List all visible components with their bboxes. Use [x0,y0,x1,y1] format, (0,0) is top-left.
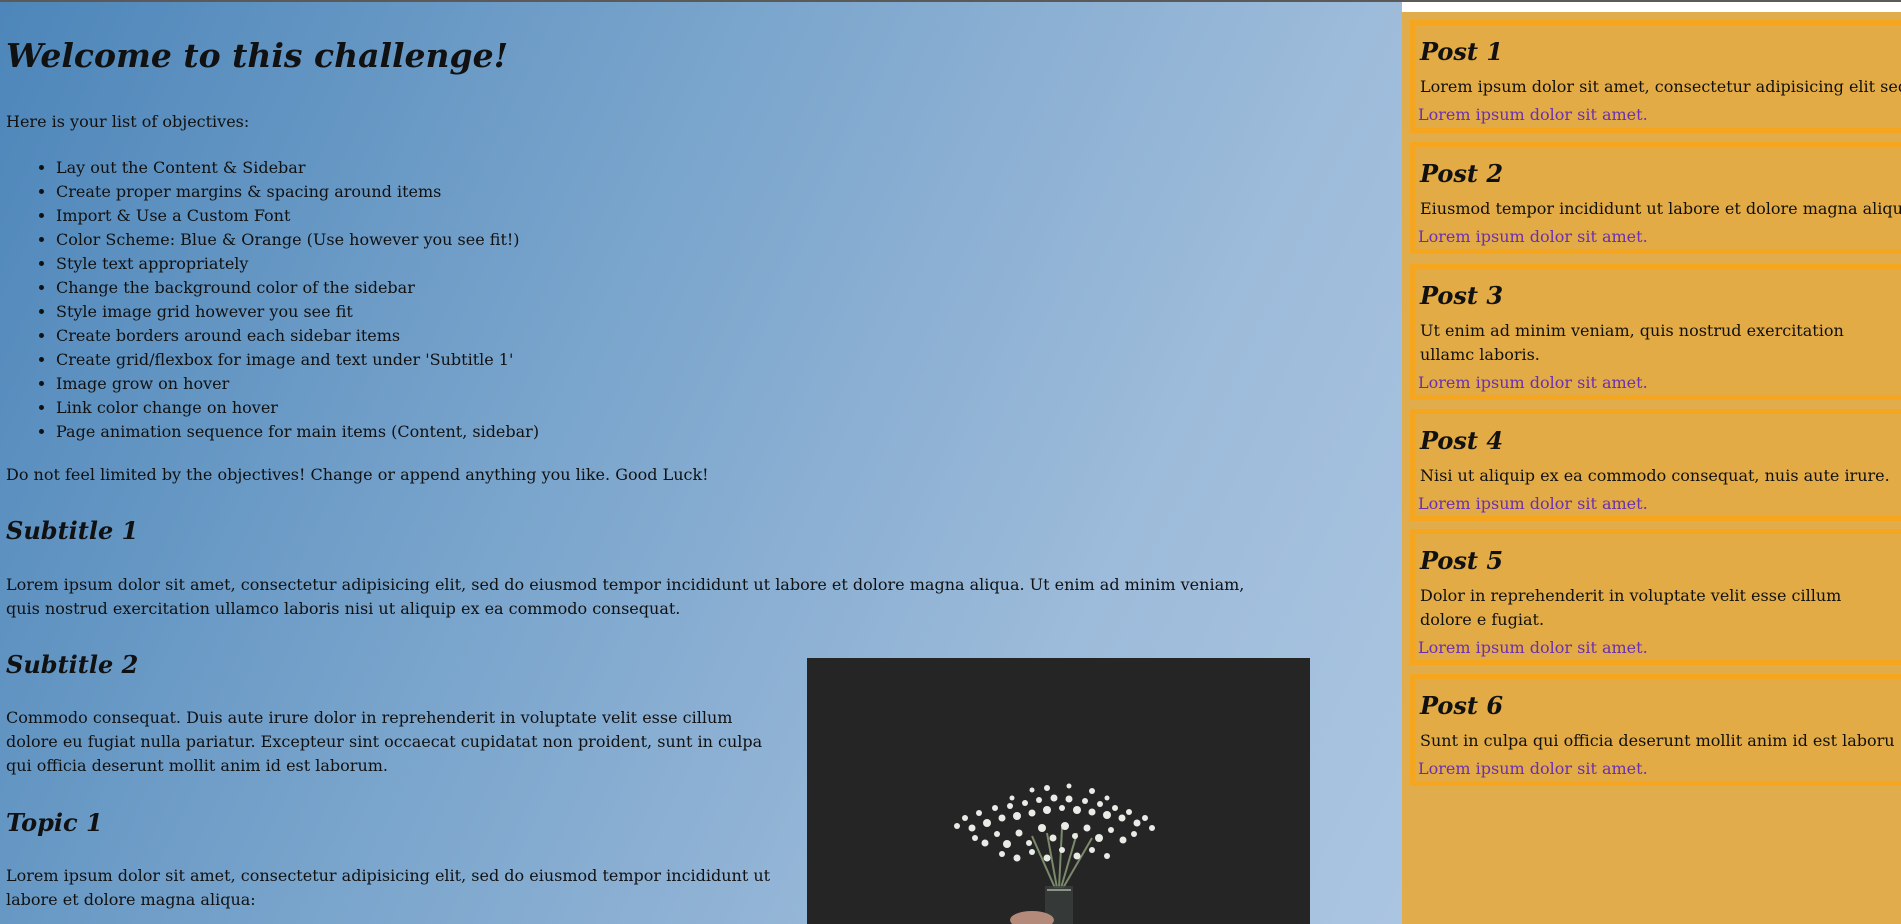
post-link[interactable]: Lorem ipsum dolor sit amet. [1418,105,1648,124]
sidebar-post-4: Post 4 Nisi ut aliquip ex ea commodo con… [1410,409,1901,521]
objectives-list: Lay out the Content & Sidebar Create pro… [6,156,539,444]
post-link[interactable]: Lorem ipsum dolor sit amet. [1418,373,1648,392]
post-title: Post 4 [1420,426,1504,455]
topic-1-paragraph: Lorem ipsum dolor sit amet, consectetur … [6,866,771,909]
flower-bouquet-photo[interactable] [807,658,1310,924]
post-title: Post 5 [1420,546,1504,575]
post-title: Post 1 [1420,37,1504,66]
subtitle-1-paragraph: Lorem ipsum dolor sit amet, consectetur … [6,575,1245,618]
post-link[interactable]: Lorem ipsum dolor sit amet. [1418,227,1648,246]
list-item: Create grid/flexbox for image and text u… [56,348,539,372]
topic-1-heading: Topic 1 [6,808,103,837]
list-item: Link color change on hover [56,396,539,420]
post-text: Nisi ut aliquip ex ea commodo consequat,… [1420,466,1890,485]
sidebar: Post 1 Lorem ipsum dolor sit amet, conse… [1402,12,1901,924]
sidebar-post-2: Post 2 Eiusmod tempor incididunt ut labo… [1410,142,1901,254]
post-title: Post 2 [1420,159,1504,188]
post-link[interactable]: Lorem ipsum dolor sit amet. [1418,759,1648,778]
post-link[interactable]: Lorem ipsum dolor sit amet. [1418,494,1648,513]
post-text: Lorem ipsum dolor sit amet, consectetur … [1420,77,1901,96]
main-content-area: Welcome to this challenge! Here is your … [0,2,1402,924]
post-title: Post 6 [1420,691,1504,720]
list-item: Lay out the Content & Sidebar [56,156,539,180]
subtitle-2-heading: Subtitle 2 [6,650,139,679]
sidebar-post-6: Post 6 Sunt in culpa qui officia deserun… [1410,674,1901,786]
sidebar-post-3: Post 3 Ut enim ad minim veniam, quis nos… [1410,264,1901,400]
list-item: Change the background color of the sideb… [56,276,539,300]
post-title: Post 3 [1420,281,1504,310]
post-text: Ut enim ad minim veniam, quis nostrud ex… [1420,321,1844,364]
list-item: Page animation sequence for main items (… [56,420,539,444]
post-text: Eiusmod tempor incididunt ut labore et d… [1420,199,1901,218]
sidebar-post-1: Post 1 Lorem ipsum dolor sit amet, conse… [1410,20,1901,133]
list-item: Import & Use a Custom Font [56,204,539,228]
page-title: Welcome to this challenge! [6,36,509,75]
list-item: Style image grid however you see fit [56,300,539,324]
post-link[interactable]: Lorem ipsum dolor sit amet. [1418,638,1648,657]
outro-text: Do not feel limited by the objectives! C… [6,465,709,484]
subtitle-1-heading: Subtitle 1 [6,516,139,545]
list-item: Image grow on hover [56,372,539,396]
subtitle-2-paragraph: Commodo consequat. Duis aute irure dolor… [6,708,763,775]
list-item: Color Scheme: Blue & Orange (Use however… [56,228,539,252]
post-text: Sunt in culpa qui officia deserunt molli… [1420,731,1895,750]
list-item: Create borders around each sidebar items [56,324,539,348]
intro-text: Here is your list of objectives: [6,112,250,131]
post-text: Dolor in reprehenderit in voluptate veli… [1420,586,1842,629]
sidebar-post-5: Post 5 Dolor in reprehenderit in volupta… [1410,529,1901,665]
list-item: Style text appropriately [56,252,539,276]
list-item: Create proper margins & spacing around i… [56,180,539,204]
